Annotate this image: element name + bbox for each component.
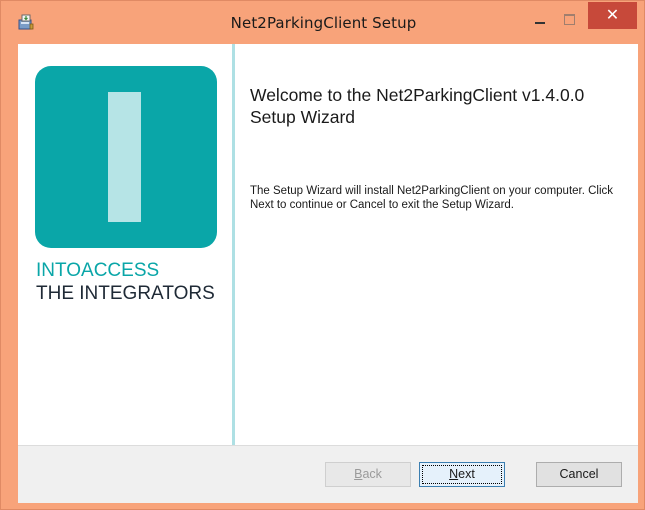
logo-bar (108, 92, 141, 222)
welcome-description: The Setup Wizard will install Net2Parkin… (250, 185, 614, 211)
button-bar: Back Next Cancel (18, 445, 638, 503)
cancel-button[interactable]: Cancel (536, 462, 622, 487)
brand-name: INTOACCESS (36, 260, 160, 281)
back-label: ack (362, 467, 382, 481)
focus-ring (422, 465, 502, 484)
minimize-icon[interactable] (528, 8, 552, 30)
setup-window: Net2ParkingClient Setup ✕ INTOACCESS THE… (0, 0, 645, 510)
title-bar[interactable]: Net2ParkingClient Setup ✕ (1, 1, 645, 44)
close-icon[interactable]: ✕ (588, 2, 637, 29)
maximize-icon[interactable] (558, 8, 582, 30)
wizard-body: INTOACCESS THE INTEGRATORS Welcome to th… (18, 44, 638, 503)
branding-sidebar: INTOACCESS THE INTEGRATORS (18, 44, 235, 445)
company-logo (35, 66, 217, 248)
next-button[interactable]: Next (419, 462, 505, 487)
page-title: Welcome to the Net2ParkingClient v1.4.0.… (250, 85, 585, 127)
back-button[interactable]: Back (325, 462, 411, 487)
brand-tagline: THE INTEGRATORS (36, 283, 215, 304)
